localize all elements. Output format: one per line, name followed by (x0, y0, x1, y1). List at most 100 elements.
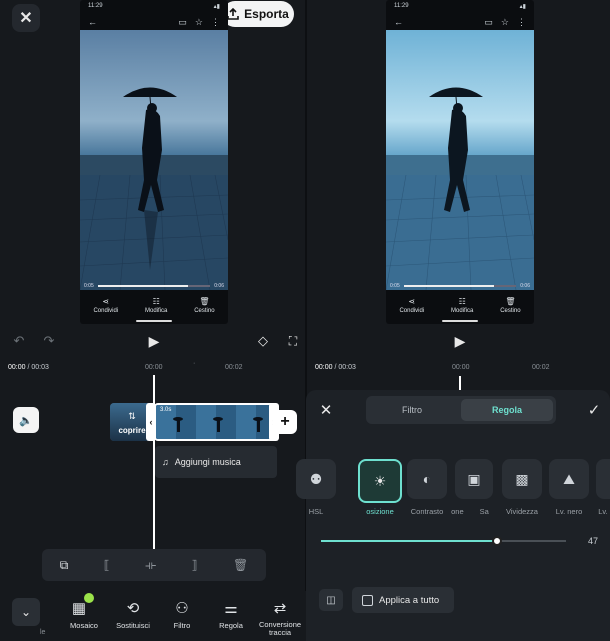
add-music-label: Aggiungi musica (174, 457, 241, 467)
star-icon: ☆ (500, 16, 509, 27)
checkbox[interactable] (362, 594, 373, 606)
trash-icon: 🗑 (505, 297, 516, 306)
keyframe-button[interactable]: ◇ (253, 331, 273, 351)
back-arrow-icon: ← (394, 17, 403, 27)
adjust-item-exposure[interactable]: ☀ osizione (358, 459, 402, 516)
keyframe-add-icon: ◇ (258, 333, 268, 348)
play-button-right[interactable]: ▶ (450, 331, 470, 351)
mute-button[interactable]: 🔈 (13, 407, 39, 433)
ruler-mark-2-right: 00:02 (532, 364, 550, 371)
tool-adjust[interactable]: ⚌ Regola (205, 591, 257, 630)
split-icon[interactable]: ⟛ (145, 558, 156, 573)
cast-icon: ▭ (178, 16, 187, 27)
star-icon: ☆ (194, 16, 203, 27)
clip-duration: 3.0s (160, 407, 172, 413)
tone-icon: ▣ (455, 459, 493, 499)
seek-end-time: 0:06 (214, 283, 224, 289)
speaker-icon: 🔈 (19, 414, 33, 427)
adjust-item-vibrance[interactable]: ▩ Vividezza (502, 459, 542, 516)
playhead-right[interactable] (459, 376, 461, 390)
trim-left-icon[interactable]: ⟦ (104, 558, 110, 572)
collapse-button[interactable]: ⌄ (12, 598, 40, 626)
compare-button[interactable]: ◫ (319, 589, 343, 611)
adjust-icon: ⚌ (224, 600, 238, 617)
export-button[interactable]: Esporta (222, 1, 294, 27)
tool-track-conversion[interactable]: ⇄ Conversione traccia (254, 591, 306, 637)
seek-bar[interactable] (403, 285, 517, 287)
play-button[interactable]: ▶ (144, 331, 164, 351)
clip-filmstrip (156, 405, 274, 439)
trash-action[interactable]: 🗑 Cestino (500, 294, 520, 324)
status-time: 11:29 (394, 3, 409, 9)
confirm-button[interactable]: ✓ (583, 400, 605, 420)
trash-icon: 🗑 (199, 297, 210, 306)
trash-action[interactable]: 🗑 Cestino (194, 294, 214, 324)
delete-icon[interactable]: 🗑 (233, 558, 248, 572)
slider-value: 47 (588, 536, 599, 546)
apply-to-all-button[interactable]: Applica a tutto (352, 587, 454, 613)
seek-end-time: 0:06 (520, 283, 530, 289)
chevron-down-icon: ⌄ (20, 605, 32, 619)
seek-bar[interactable] (97, 285, 211, 287)
replace-icon: ⟲ (126, 600, 140, 617)
filter-icon: ⚇ (175, 600, 189, 617)
hsl-icon: ⚉ (296, 459, 336, 499)
close-button[interactable]: ✕ (12, 4, 40, 32)
plus-icon: + (280, 413, 290, 430)
tab-filtro[interactable]: Filtro (366, 399, 458, 421)
add-clip-button[interactable]: + (273, 410, 297, 434)
status-icons: ▴▮ (213, 4, 220, 10)
close-icon: ✕ (319, 402, 333, 419)
ruler-mark-0-right: 00:00 (452, 364, 470, 371)
share-action[interactable]: ⋖ Condividi (399, 294, 424, 324)
seek-start-time: 0:05 (84, 283, 94, 289)
ruler-dot: · (193, 360, 196, 367)
cast-icon: ▭ (484, 16, 493, 27)
adjust-item-partial[interactable]: ▤Lv. (596, 459, 610, 516)
more-icon: ⋮ (517, 16, 526, 27)
tool-mosaic[interactable]: ▦ Mosaico (58, 591, 110, 630)
redo-icon: ↷ (43, 333, 55, 348)
share-icon: ⋖ (408, 297, 416, 306)
fullscreen-button[interactable]: ⛶ (283, 331, 303, 351)
undo-button[interactable]: ↶ (10, 332, 28, 350)
trim-right-icon[interactable]: ⟧ (192, 558, 198, 572)
bottom-toolbar: ▦ Mosaico ⟲ Sostituisci ⚇ Filtro ⚌ Regola ⇄… (0, 591, 306, 641)
status-time: 11:29 (88, 3, 103, 9)
sliders-icon: ☷ (152, 297, 160, 306)
close-icon: ✕ (19, 10, 33, 27)
contrast-icon: ◐ (407, 459, 447, 499)
playhead[interactable] (153, 375, 155, 550)
intensity-slider-fill (321, 540, 498, 542)
upload-icon (227, 8, 239, 20)
share-action[interactable]: ⋖ Condividi (93, 294, 118, 324)
sliders-icon: ☷ (458, 297, 466, 306)
export-label: Esporta (244, 7, 289, 21)
video-preview-right: 11:29 ▴▮ ← ▭ ☆ ⋮ 0:05 0:06 ⋖ Condividi ☷ Modifi… (386, 0, 534, 324)
apply-to-all-label: Applica a tutto (379, 594, 440, 606)
adjust-item-hsl[interactable]: ⚉ HSL (296, 459, 336, 516)
black-level-icon: ⛰ (549, 459, 589, 499)
adjust-item-contrast[interactable]: ◐ Contrasto (407, 459, 447, 516)
add-music-track[interactable]: ♫ Aggiungi musica (155, 446, 277, 478)
redo-button[interactable]: ↷ (40, 332, 58, 350)
track-conversion-icon: ⇄ (273, 600, 287, 617)
tool-replace[interactable]: ⟲ Sostituisci (107, 591, 159, 630)
adjust-item-tone[interactable]: ▣ one Sa (451, 459, 493, 516)
clip-toolbar: ⧉ ⟦ ⟛ ⟧ 🗑 (42, 549, 266, 581)
adjust-item-black-level[interactable]: ⛰ Lv. nero (549, 459, 589, 516)
video-clip[interactable]: 3.0s (154, 403, 276, 441)
play-icon: ▶ (148, 332, 160, 349)
rainy-umbrella-photo (80, 30, 228, 290)
partial-label: le (40, 629, 46, 636)
status-icons: ▴▮ (519, 4, 526, 10)
music-note-icon: ♫ (162, 457, 169, 467)
video-preview-left: 11:29 ▴▮ ← ▭ ☆ ⋮ 0:05 0:06 ⋖ Condividi ☷ Modifi… (80, 0, 228, 324)
filter-adjust-tabs: Filtro Regola (366, 396, 556, 424)
duplicate-icon[interactable]: ⧉ (60, 558, 69, 573)
dismiss-button[interactable]: ✕ (316, 400, 336, 420)
fullscreen-icon: ⛶ (288, 333, 298, 348)
undo-icon: ↶ (13, 333, 25, 348)
tab-regola[interactable]: Regola (461, 399, 553, 421)
tool-filter[interactable]: ⚇ Filtro (156, 591, 208, 630)
